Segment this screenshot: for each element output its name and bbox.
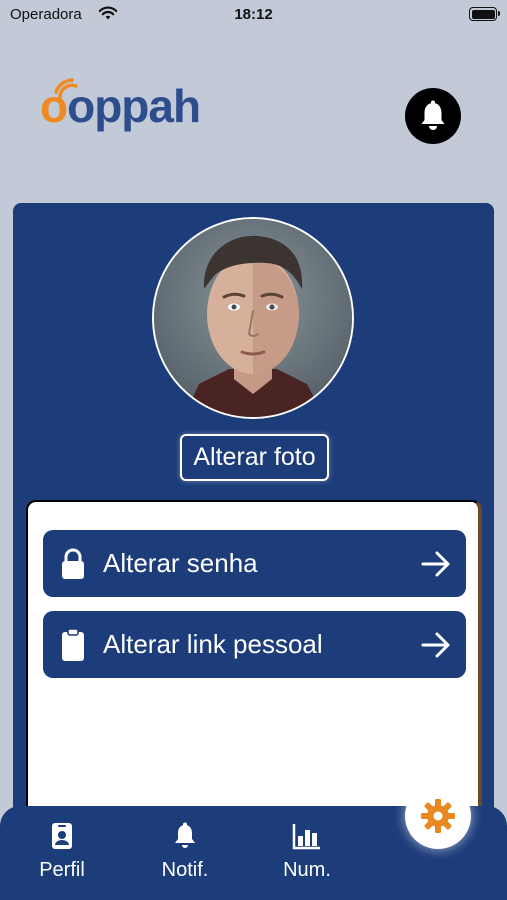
gear-icon: [421, 799, 455, 833]
arrow-right-icon: [406, 632, 466, 658]
avatar: [152, 217, 354, 419]
change-password-label: Alterar senha: [103, 548, 258, 578]
settings-button[interactable]: [405, 783, 471, 849]
logo-text: ooppah: [40, 80, 201, 132]
lock-icon: [43, 548, 103, 580]
change-password-item[interactable]: Alterar senha: [43, 530, 466, 597]
bar-chart-icon: [292, 824, 320, 850]
status-bar: Operadora 18:12: [0, 0, 507, 30]
change-personal-link-item[interactable]: Alterar link pessoal: [43, 611, 466, 678]
ooppah-logo: ooppah: [40, 78, 230, 134]
tab-perfil[interactable]: Perfil: [22, 822, 102, 882]
id-card-icon: [52, 823, 72, 849]
change-photo-button[interactable]: Alterar foto: [180, 434, 329, 481]
bell-icon: [175, 822, 195, 848]
clipboard-icon: [43, 627, 103, 662]
tab-num[interactable]: Num.: [267, 822, 347, 882]
change-photo-label: Alterar foto: [193, 443, 316, 471]
tab-num-label: Num.: [283, 859, 331, 881]
profile-photo: [154, 219, 352, 417]
arrow-right-icon: [406, 551, 466, 577]
tab-notif[interactable]: Notif.: [145, 822, 225, 882]
tab-perfil-label: Perfil: [39, 859, 85, 881]
tab-notif-label: Notif.: [161, 859, 209, 881]
bell-icon: [421, 100, 445, 130]
battery-icon: [469, 7, 500, 21]
notifications-button[interactable]: [405, 88, 461, 144]
clock: 18:12: [234, 6, 273, 23]
change-personal-link-label: Alterar link pessoal: [103, 629, 323, 659]
